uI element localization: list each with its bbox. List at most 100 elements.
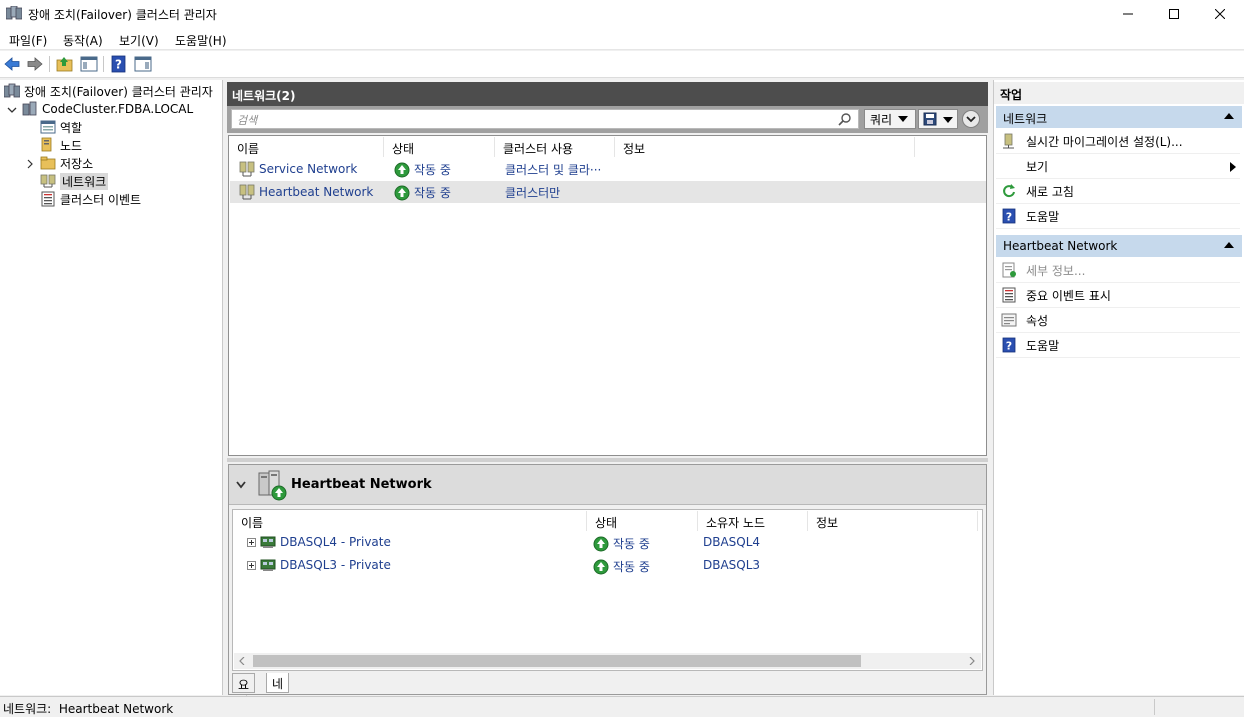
tree-cluster[interactable]: CodeCluster.FDBA.LOCAL	[22, 100, 193, 118]
events-log-icon	[41, 191, 55, 207]
scrollbar-thumb[interactable]	[253, 655, 861, 667]
expand-plus-icon[interactable]	[247, 560, 256, 570]
horizontal-scrollbar[interactable]	[234, 653, 981, 669]
network-name: Service Network	[259, 162, 358, 176]
show-hide-action-pane-icon[interactable]	[134, 55, 152, 73]
tree-item-storage[interactable]: 저장소	[40, 154, 93, 172]
action-label: 도움말	[1026, 209, 1060, 224]
results-pane: 네트워크(2) 검색 쿼리 이름 상태 클러스터 사용 정보 Service N…	[227, 80, 988, 717]
detail-header: Heartbeat Network	[229, 465, 986, 505]
table-row[interactable]: DBASQL4 - Private 작동 중 DBASQL4	[233, 532, 982, 554]
collapse-icon[interactable]	[6, 104, 18, 116]
action-view[interactable]: 보기	[996, 154, 1240, 179]
properties-icon	[1001, 313, 1017, 327]
networks-icon	[40, 174, 56, 188]
menu-view[interactable]: 보기(V)	[119, 32, 159, 49]
action-properties[interactable]: 속성	[996, 308, 1240, 333]
action-help[interactable]: ? 도움말	[996, 333, 1240, 358]
action-label: 실시간 마이그레이션 설정(L)...	[1026, 134, 1183, 149]
tree-item-nodes[interactable]: 노드	[40, 136, 82, 154]
help-icon[interactable]: ?	[110, 55, 128, 73]
search-bar: 검색 쿼리	[227, 106, 988, 133]
save-icon	[923, 112, 937, 126]
action-show-critical-events[interactable]: 중요 이벤트 표시	[996, 283, 1240, 308]
connection-owner: DBASQL3	[703, 558, 761, 572]
table-row[interactable]: Service Network 작동 중 클러스터 및 클라···	[230, 158, 986, 180]
action-live-migration-settings[interactable]: 실시간 마이그레이션 설정(L)...	[996, 129, 1240, 154]
column-header-cluster-use[interactable]: 클러스터 사용	[495, 137, 615, 157]
column-header-owner-node[interactable]: 소유자 노드	[698, 511, 808, 531]
expand-icon[interactable]	[24, 158, 36, 170]
cluster-manager-icon	[4, 83, 20, 98]
collapse-triangle-icon	[1224, 242, 1234, 248]
toolbar: ?	[0, 51, 1244, 78]
detail-pane: Heartbeat Network 이름 상태 소유자 노드 정보 DBASQL…	[228, 464, 987, 717]
live-migration-icon	[1003, 133, 1014, 149]
pane-splitter[interactable]	[227, 458, 988, 462]
scroll-left-icon[interactable]	[239, 657, 245, 665]
tree-cluster-label: CodeCluster.FDBA.LOCAL	[42, 102, 194, 116]
close-icon	[1215, 9, 1225, 19]
column-header-status[interactable]: 상태	[587, 511, 698, 531]
save-query-button[interactable]	[918, 109, 958, 129]
search-icon[interactable]	[838, 112, 852, 126]
actions-title: 작업	[994, 82, 1244, 104]
action-label: 세부 정보...	[1026, 263, 1086, 278]
query-dropdown[interactable]: 쿼리	[864, 109, 916, 129]
column-header-info[interactable]: 정보	[615, 137, 915, 157]
menu-help[interactable]: 도움말(H)	[175, 32, 227, 49]
tab-summary[interactable]: 요약	[232, 673, 256, 709]
storage-folder-icon	[40, 156, 56, 170]
search-input[interactable]: 검색	[231, 109, 859, 129]
maximize-button[interactable]	[1151, 0, 1197, 28]
table-row[interactable]: DBASQL3 - Private 작동 중 DBASQL3	[233, 555, 982, 577]
action-label: 보기	[1026, 159, 1049, 174]
actions-pane: 작업 네트워크 실시간 마이그레이션 설정(L)... 보기 새로 고침 ? 도…	[993, 80, 1244, 695]
networks-table: 이름 상태 클러스터 사용 정보 Service Network 작동 중 클러…	[228, 135, 987, 456]
action-group-heartbeat-network[interactable]: Heartbeat Network	[996, 235, 1242, 257]
dropdown-arrow-icon	[943, 117, 953, 123]
tree-item-label: 네트워크	[60, 172, 109, 190]
back-arrow-icon[interactable]	[3, 55, 21, 73]
action-group-networks[interactable]: 네트워크	[996, 106, 1242, 128]
column-header-name[interactable]: 이름	[233, 511, 587, 531]
expand-plus-icon[interactable]	[247, 537, 256, 547]
network-large-icon	[258, 470, 287, 501]
minimize-button[interactable]	[1105, 0, 1151, 28]
column-header-status[interactable]: 상태	[384, 137, 495, 157]
critical-events-icon	[1002, 287, 1016, 303]
pane-header: 네트워크(2)	[227, 82, 988, 106]
menu-action[interactable]: 동작(A)	[63, 32, 103, 49]
tab-network-connections[interactable]: 네트워크 연결	[266, 673, 290, 717]
column-header-name[interactable]: 이름	[229, 137, 384, 157]
detail-title: Heartbeat Network	[291, 477, 432, 492]
close-button[interactable]	[1197, 0, 1243, 28]
action-details[interactable]: 세부 정보...	[996, 258, 1240, 283]
connection-status: 작동 중	[613, 537, 650, 551]
help-icon: ?	[1002, 208, 1016, 224]
status-up-icon	[394, 162, 410, 177]
tree-item-networks[interactable]: 네트워크	[40, 172, 109, 190]
action-refresh[interactable]: 새로 고침	[996, 179, 1240, 204]
tree-item-cluster-events[interactable]: 클러스터 이벤트	[40, 190, 141, 208]
scroll-right-icon[interactable]	[969, 657, 975, 665]
collapse-triangle-icon	[1224, 113, 1234, 119]
up-folder-icon[interactable]	[56, 55, 74, 73]
forward-arrow-icon[interactable]	[26, 55, 44, 73]
action-help[interactable]: ? 도움말	[996, 204, 1240, 229]
menu-file[interactable]: 파일(F)	[9, 32, 47, 49]
status-bar: 네트워크: Heartbeat Network	[0, 696, 1244, 717]
connection-status: 작동 중	[613, 560, 650, 574]
expand-collapse-button[interactable]	[962, 110, 980, 128]
maximize-icon	[1169, 9, 1179, 19]
tree-item-label: 역할	[60, 120, 83, 135]
network-name: Heartbeat Network	[259, 185, 374, 199]
column-header-info[interactable]: 정보	[808, 511, 978, 531]
tree-item-roles[interactable]: 역할	[40, 118, 82, 136]
tree-root[interactable]: 장애 조치(Failover) 클러스터 관리자	[4, 82, 213, 100]
dropdown-arrow-icon	[898, 116, 909, 122]
table-row-selected[interactable]: Heartbeat Network 작동 중 클러스터만	[230, 181, 986, 203]
show-hide-console-tree-icon[interactable]	[80, 55, 98, 73]
chevron-down-icon[interactable]	[236, 481, 246, 489]
details-icon	[1002, 262, 1016, 278]
